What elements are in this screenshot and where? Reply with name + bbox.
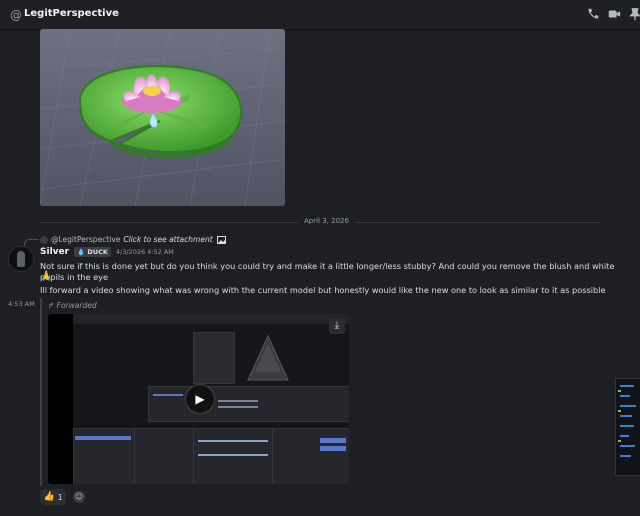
download-icon[interactable]: ⤓ [329, 318, 345, 334]
forward-bar [40, 298, 42, 486]
message-text-2: Ill forward a video showing what was wro… [40, 285, 606, 295]
video-3d-model [247, 334, 289, 381]
thumbs-up-icon: 👍 [43, 492, 55, 502]
avatar[interactable] [8, 246, 34, 272]
forward-icon: ↱ [48, 301, 57, 310]
play-icon[interactable]: ▶ [185, 384, 215, 414]
lily-pad-image[interactable] [40, 29, 285, 206]
video-panel-row [198, 440, 268, 442]
image-icon [216, 235, 226, 244]
reply-avatar [40, 235, 48, 244]
channel-title: LegitPerspective [24, 8, 119, 19]
video-panel-row [75, 436, 131, 440]
guild-tag-label: DUCK [87, 248, 108, 256]
video-panel-row [218, 406, 258, 408]
reaction-count: 1 [57, 492, 63, 502]
video-output-panel [272, 428, 349, 484]
video-app-toolbar [73, 314, 349, 324]
author-name[interactable]: Silver [40, 247, 69, 257]
avatar-figure [17, 251, 25, 267]
message-text: Not sure if this is done yet but do you … [40, 261, 615, 282]
reply-username[interactable]: @LegitPerspective [51, 235, 120, 244]
side-thumbnail [615, 378, 640, 476]
video-attachment[interactable]: ⤓ ▶ [48, 314, 349, 484]
forwarded-text: Forwarded [56, 301, 97, 310]
message-header: Silver 💧 DUCK 4/3/2026 4:52 AM [40, 247, 174, 257]
message-timestamp: 4/3/2026 4:52 AM [115, 248, 174, 256]
video-panel-row [198, 454, 268, 456]
pray-emoji: 🙏 [40, 271, 53, 282]
video-panel-row [320, 446, 346, 451]
at-icon: @ [10, 8, 22, 22]
video-viewport [193, 332, 235, 384]
reply-reference[interactable]: @LegitPerspective Click to see attachmen… [40, 234, 226, 245]
reaction-thumbs-up[interactable]: 👍 1 [40, 489, 66, 505]
guild-tag[interactable]: 💧 DUCK [74, 247, 111, 257]
phone-icon[interactable] [586, 7, 600, 21]
message-timestamp-2: 4:53 AM [8, 300, 35, 308]
forwarded-label: ↱ Forwarded [48, 301, 97, 310]
video-timeline-panel [193, 428, 273, 484]
date-divider: April 3, 2026 [298, 217, 355, 225]
video-panel-row [218, 400, 258, 402]
video-panel-row [320, 438, 346, 443]
duck-icon: 💧 [77, 248, 88, 256]
video-panel-row [153, 394, 183, 396]
video-properties-panel [148, 386, 349, 422]
video-panel [134, 428, 194, 484]
video-call-icon[interactable] [607, 7, 621, 21]
channel-header: @ LegitPerspective [0, 0, 640, 30]
pin-icon[interactable] [628, 7, 640, 21]
add-reaction-icon[interactable]: ☺ [73, 491, 85, 503]
reply-preview[interactable]: Click to see attachment [123, 235, 212, 244]
